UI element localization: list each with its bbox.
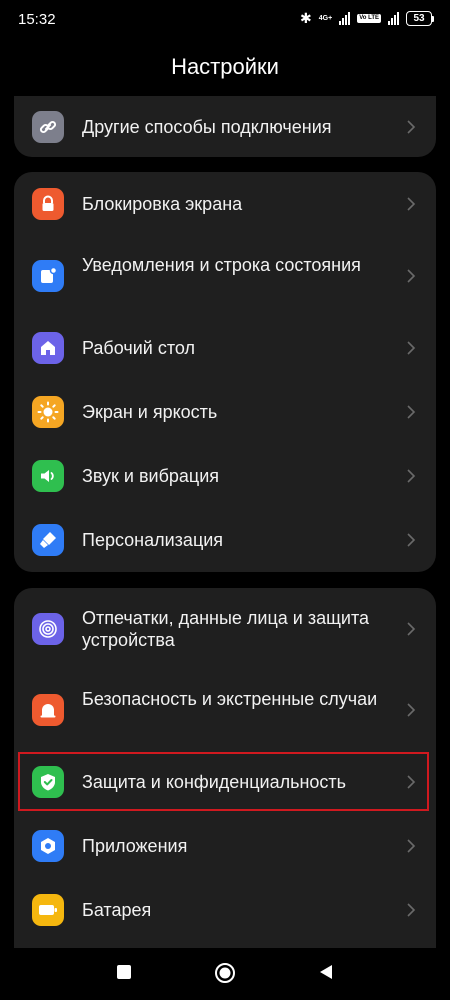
settings-item-label: Приложения [82,836,188,856]
settings-item-label: Защита и конфиденциальность [82,772,347,792]
chevron-right-icon [407,120,416,134]
battery-tip [432,15,434,22]
navigation-bar [0,948,450,1000]
chevron-right-icon [407,405,416,419]
settings-item-label: Персонализация [82,530,224,550]
network-type: 4G+ [318,15,333,22]
settings-item-fingerprints[interactable]: Отпечатки, данные лица и защита устройст… [14,588,436,670]
settings-item-home-screen[interactable]: Рабочий стол [14,316,436,380]
settings-item-label: Отпечатки, данные лица и защита устройст… [82,608,370,650]
recents-button[interactable] [116,964,132,980]
settings-item-label: Блокировка экрана [82,194,243,214]
signal-icon [339,12,351,25]
chevron-right-icon [407,622,416,636]
settings-item-notifications[interactable]: Уведомления и строка состояния [14,236,436,316]
settings-item-label: Звук и вибрация [82,466,220,486]
settings-item-apps[interactable]: Приложения [14,814,436,878]
lock-icon [32,188,64,220]
settings-item-lock-screen[interactable]: Блокировка экрана [14,172,436,236]
chevron-right-icon [407,269,416,283]
settings-item-other-connections[interactable]: Другие способы подключения [14,96,436,157]
signal-icon-2 [388,12,399,25]
home-button[interactable] [214,962,236,984]
settings-item-label: Другие способы подключения [82,117,332,137]
battery-icon [32,894,64,926]
settings-item-privacy[interactable]: Защита и конфиденциальность [14,750,436,814]
home-icon [32,332,64,364]
sun-icon [32,396,64,428]
brush-icon [32,524,64,556]
volte-badge: Vo LTE [357,14,381,23]
settings-item-display[interactable]: Экран и яркость [14,380,436,444]
battery-indicator: 53 [406,11,434,26]
settings-item-label: Уведомления и строка состояния [82,255,361,275]
apps-icon [32,830,64,862]
settings-item-personalization[interactable]: Персонализация [14,508,436,572]
settings-item-battery[interactable]: Батарея [14,878,436,942]
chevron-right-icon [407,197,416,211]
chevron-right-icon [407,703,416,717]
back-button[interactable] [318,964,334,980]
speaker-icon [32,460,64,492]
status-icons: ✱ 4G+ Vo LTE 53 [300,10,434,27]
page-title: Настройки [171,54,279,79]
settings-group-security: Отпечатки, данные лица и защита устройст… [14,588,436,948]
shield-check-icon [32,766,64,798]
chevron-right-icon [407,533,416,547]
settings-item-emergency[interactable]: Безопасность и экстренные случаи [14,670,436,750]
chevron-right-icon [407,469,416,483]
settings-group-display: Блокировка экрана Уведомления и строка с… [14,172,436,572]
battery-level: 53 [406,11,432,26]
notification-icon [32,260,64,292]
chevron-right-icon [407,903,416,917]
chevron-right-icon [407,341,416,355]
bluetooth-icon: ✱ [300,10,312,26]
settings-item-sound[interactable]: Звук и вибрация [14,444,436,508]
status-time: 15:32 [18,11,56,28]
settings-item-label: Батарея [82,900,152,920]
status-bar: 15:32 ✱ 4G+ Vo LTE 53 [0,0,450,40]
settings-item-label: Экран и яркость [82,402,218,422]
settings-item-label: Рабочий стол [82,338,195,358]
settings-group-connections: Другие способы подключения [14,96,436,157]
fingerprint-icon [32,613,64,645]
settings-item-label: Безопасность и экстренные случаи [82,689,378,709]
chevron-right-icon [407,839,416,853]
chevron-right-icon [407,775,416,789]
emergency-icon [32,694,64,726]
link-icon [32,111,64,143]
